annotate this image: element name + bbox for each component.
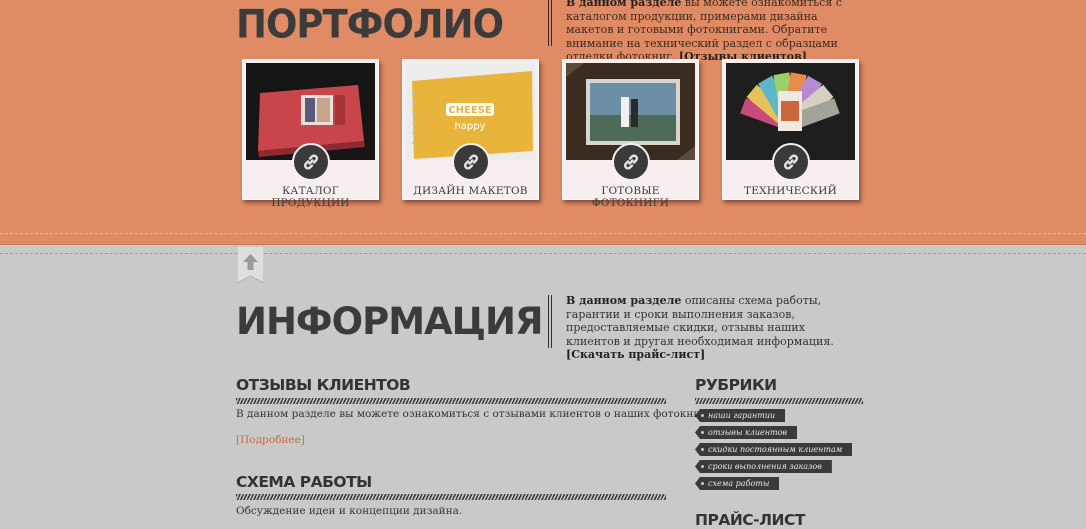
- rubric-tag[interactable]: скидки постоянным клиентам: [695, 443, 853, 456]
- reviews-text: В данном разделе вы можете ознакомиться …: [236, 408, 722, 420]
- design-photo-text-1: CHEESE: [448, 105, 492, 116]
- description-lead: В данном разделе: [566, 294, 682, 307]
- description-divider: [548, 0, 552, 46]
- rubric-tag[interactable]: схема работы: [695, 477, 780, 490]
- stitch-divider: [0, 253, 1086, 254]
- reviews-heading: ОТЗЫВЫ КЛИЕНТОВ: [236, 376, 411, 394]
- link-icon[interactable]: [772, 143, 810, 181]
- link-icon[interactable]: [612, 143, 650, 181]
- reviews-more-link[interactable]: [Подробнее]: [236, 434, 305, 446]
- portfolio-card-catalog[interactable]: КАТАЛОГ ПРОДУКЦИИ: [242, 59, 379, 209]
- design-photo-text-2: happy: [454, 121, 485, 132]
- rubric-tag[interactable]: сроки выполнения заказов: [695, 460, 832, 473]
- description-lead: В данном разделе: [566, 0, 682, 9]
- portfolio-card-technical[interactable]: ТЕХНИЧЕСКИЙ: [722, 59, 859, 200]
- scroll-up-icon[interactable]: [236, 245, 265, 284]
- heading-stripe: [236, 494, 666, 500]
- stitch-divider: [0, 233, 1086, 234]
- rubric-tag[interactable]: отзывы клиентов: [695, 426, 798, 439]
- link-icon[interactable]: [452, 143, 490, 181]
- download-pricelist-link[interactable]: [Скачать прайс-лист]: [566, 348, 705, 361]
- rubrics-heading: РУБРИКИ: [695, 376, 777, 394]
- card-label: КАТАЛОГ ПРОДУКЦИИ: [271, 185, 350, 209]
- portfolio-card-design[interactable]: CHEESE happy ДИЗАЙН МАКЕТОВ: [402, 59, 539, 200]
- link-icon[interactable]: [292, 143, 330, 181]
- portfolio-title: ПОРТФОЛИО: [236, 2, 504, 48]
- card-label: ГОТОВЫЕ ФОТОКНИГИ: [591, 185, 670, 209]
- info-title: ИНФОРМАЦИЯ: [236, 300, 543, 343]
- info-description: В данном разделе описаны схема работы, г…: [566, 294, 856, 362]
- card-label: ТЕХНИЧЕСКИЙ: [744, 185, 837, 197]
- portfolio-card-photobooks[interactable]: ГОТОВЫЕ ФОТОКНИГИ: [562, 59, 699, 209]
- pricelist-heading: ПРАЙС-ЛИСТ: [695, 511, 805, 529]
- portfolio-description: В данном разделе вы можете ознакомиться …: [566, 0, 866, 64]
- heading-stripe: [695, 398, 863, 404]
- rubric-tag[interactable]: наши гарантии: [695, 409, 786, 422]
- portfolio-cards: КАТАЛОГ ПРОДУКЦИИ CHEESE happy ДИЗАЙН МА…: [242, 59, 862, 209]
- portfolio-section: ПОРТФОЛИО В данном разделе вы можете озн…: [0, 0, 1086, 245]
- heading-stripe: [236, 398, 666, 404]
- description-divider: [548, 295, 552, 348]
- card-label: ДИЗАЙН МАКЕТОВ: [413, 185, 528, 197]
- scheme-text: Обсуждение идеи и концепции дизайна.: [236, 505, 463, 517]
- scheme-heading: СХЕМА РАБОТЫ: [236, 473, 372, 491]
